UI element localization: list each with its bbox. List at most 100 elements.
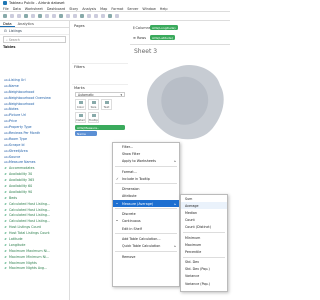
field-label: Maximum Minimum Ni... <box>9 254 50 259</box>
aggregation-option[interactable]: Std. Dev <box>181 259 227 266</box>
aggregation-option[interactable]: Count <box>181 217 227 224</box>
rows-shelf[interactable]: ≡ Rows AVG(Latitude) <box>130 34 230 41</box>
rows-text: Rows <box>136 35 147 40</box>
field-label: Calculated Host Listing... <box>9 207 51 212</box>
present-icon[interactable] <box>108 14 112 18</box>
context-menu-item[interactable]: Attribute <box>113 193 179 200</box>
menu-item-analysis[interactable]: Analysis <box>82 7 96 11</box>
tableau-icon[interactable] <box>3 14 7 18</box>
tables-header: Tables <box>3 45 16 49</box>
swap-icon[interactable] <box>59 14 63 18</box>
context-menu-item[interactable]: ✓ Include in Tooltip <box>113 175 179 182</box>
context-menu-label: Discrete <box>122 212 136 217</box>
clear-icon[interactable] <box>52 14 56 18</box>
mark-button-detail[interactable]: Detail <box>75 112 86 123</box>
menu-item-dashboard[interactable]: Dashboard <box>47 7 65 11</box>
marks-name-pill[interactable]: Name <box>75 131 97 136</box>
context-menu-item[interactable]: Remove <box>113 253 179 260</box>
field-label: Source <box>9 154 21 159</box>
field-label: Room Type <box>9 136 28 141</box>
search-input[interactable]: ⌕ Search <box>3 36 66 43</box>
aggregation-option[interactable]: Median <box>181 209 227 216</box>
menu-item-story[interactable]: Story <box>69 7 78 11</box>
field-label: Scrape Id <box>9 142 25 147</box>
field-label: Availability 90 <box>9 189 33 194</box>
show-me-icon[interactable] <box>115 14 119 18</box>
menu-item-window[interactable]: Window <box>142 7 155 11</box>
context-menu-item[interactable]: • Measure (Average) ▸ <box>113 200 179 208</box>
aggregation-option[interactable]: Maximum <box>181 241 227 248</box>
number-type-icon: # <box>4 248 7 253</box>
string-type-icon: Abc <box>4 160 10 165</box>
new-sheet-icon[interactable] <box>38 14 42 18</box>
number-type-icon: # <box>4 236 7 241</box>
field-item[interactable]: # Maximum Nights Avg... <box>0 266 70 272</box>
menu-item-map[interactable]: Map <box>100 7 107 11</box>
aggregation-option[interactable]: Variance (Pop.) <box>181 280 227 287</box>
rows-pill[interactable]: AVG(Latitude) <box>150 35 175 40</box>
context-menu-label: Apply to Worksheets <box>122 159 156 164</box>
field-label: Street/Area <box>9 148 28 153</box>
string-type-icon: Abc <box>4 136 10 141</box>
redo-icon[interactable] <box>17 14 21 18</box>
context-menu-item[interactable]: Discrete <box>113 210 179 217</box>
field-label: Picture Url <box>9 113 27 118</box>
highlight-icon[interactable] <box>80 14 84 18</box>
string-type-icon: Abc <box>4 89 10 94</box>
marks-measure-pill[interactable]: AVG(Measure.. <box>75 125 125 130</box>
filters-shelf[interactable]: Filters <box>72 63 128 83</box>
sort-asc-icon[interactable] <box>66 14 70 18</box>
aggregation-option[interactable]: Sum <box>181 195 227 202</box>
context-menu-item[interactable]: Apply to Worksheets ▸ <box>113 158 179 165</box>
fit-icon[interactable] <box>101 14 105 18</box>
context-menu-item[interactable]: Filter... <box>113 143 179 150</box>
labels-icon[interactable] <box>94 14 98 18</box>
menu-item-data[interactable]: Data <box>13 7 21 11</box>
mark-type-dropdown[interactable]: Automatic ▾ <box>75 92 125 97</box>
map-marks-cluster[interactable] <box>138 59 230 145</box>
tab-data[interactable]: Data <box>0 21 15 27</box>
columns-label: ⫴ Columns <box>130 26 151 30</box>
context-menu-item[interactable]: Show Filter <box>113 150 179 157</box>
chevron-right-icon: ▸ <box>174 201 176 206</box>
pages-shelf[interactable]: Pages <box>72 23 128 61</box>
columns-pill[interactable]: AVG(Longitude) <box>150 25 178 30</box>
string-type-icon: Abc <box>4 119 10 124</box>
menu-item-server[interactable]: Server <box>127 7 138 11</box>
mark-button-color[interactable]: Color <box>75 99 86 110</box>
context-menu-item[interactable]: Format... <box>113 168 179 175</box>
menu-item-file[interactable]: File <box>3 7 9 11</box>
tab-analytics[interactable]: Analytics <box>15 21 37 27</box>
context-menu-item[interactable]: Edit in Shelf <box>113 225 179 232</box>
duplicate-icon[interactable] <box>45 14 49 18</box>
context-menu-item[interactable]: Dimension <box>113 185 179 192</box>
field-label: Name <box>9 83 19 88</box>
context-menu-item[interactable]: Add Table Calculation... <box>113 235 179 242</box>
aggregation-option[interactable]: Minimum <box>181 234 227 241</box>
mark-button-size[interactable]: Size <box>88 99 99 110</box>
context-menu-item[interactable]: Quick Table Calculation ▸ <box>113 243 179 250</box>
mark-button-text[interactable]: Text <box>101 99 112 110</box>
group-icon[interactable] <box>87 14 91 18</box>
datasource-row[interactable]: ⛁ Listings <box>0 28 69 35</box>
chevron-right-icon: ▸ <box>174 159 176 164</box>
undo-icon[interactable] <box>10 14 14 18</box>
menu-item-help[interactable]: Help <box>160 7 168 11</box>
aggregation-option[interactable]: Percentile <box>181 248 227 255</box>
mark-button-tooltip[interactable]: Tooltip <box>88 112 99 123</box>
text-icon <box>104 100 109 104</box>
aggregation-option[interactable]: Average <box>181 202 227 210</box>
aggregation-submenu: Sum Average Median Count Count (Distinct) Min… <box>180 194 228 292</box>
field-label: Reviews Per Month <box>9 130 41 135</box>
menu-item-format[interactable]: Format <box>111 7 123 11</box>
menu-item-worksheet[interactable]: Worksheet <box>25 7 43 11</box>
columns-shelf[interactable]: ⫴ Columns AVG(Longitude) <box>130 24 230 31</box>
aggregation-option[interactable]: Count (Distinct) <box>181 224 227 231</box>
aggregation-option[interactable]: Variance <box>181 273 227 280</box>
new-datasource-icon[interactable] <box>31 14 35 18</box>
sort-desc-icon[interactable] <box>73 14 77 18</box>
aggregation-option[interactable]: Std. Dev (Pop.) <box>181 266 227 273</box>
save-icon[interactable] <box>24 14 28 18</box>
context-menu-item[interactable]: • Continuous <box>113 218 179 225</box>
mark-type-value: Automatic <box>78 92 94 97</box>
